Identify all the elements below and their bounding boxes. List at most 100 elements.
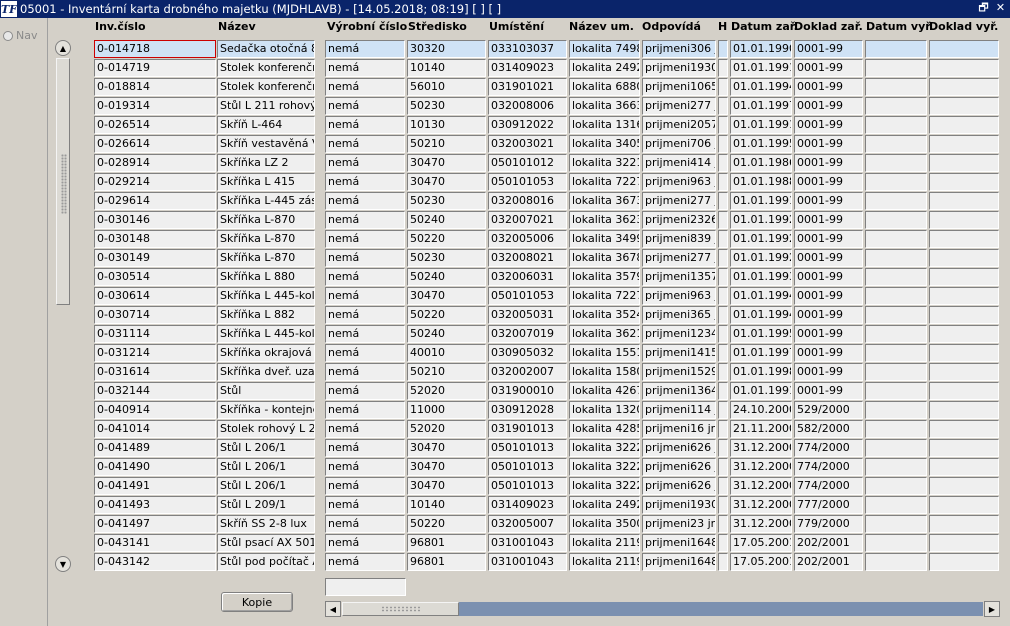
cell-num[interactable]: lokalita 1580 <box>569 363 640 381</box>
table-row[interactable]: 0-043141Stůl psací AX 501.2 nemá968010310… <box>0 534 1010 553</box>
cell-umi[interactable]: 031001043 <box>488 553 567 571</box>
cell-vyr[interactable]: nemá <box>325 477 405 495</box>
cell-nazev[interactable]: Skříňka L 880 <box>217 268 315 286</box>
column-header-h[interactable]: H <box>718 20 727 33</box>
cell-odp[interactable]: prijmeni1529 jmeno <box>642 363 716 381</box>
cell-inv[interactable]: 0-031214 <box>94 344 216 362</box>
cell-dokv[interactable] <box>929 268 999 286</box>
cell-h[interactable] <box>718 553 728 571</box>
cell-dv[interactable] <box>865 59 927 77</box>
cell-inv[interactable]: 0-041490 <box>94 458 216 476</box>
cell-dv[interactable] <box>865 192 927 210</box>
cell-num[interactable]: lokalita 3663 <box>569 97 640 115</box>
cell-dokv[interactable] <box>929 401 999 419</box>
cell-str[interactable]: 50220 <box>407 306 486 324</box>
cell-dokv[interactable] <box>929 458 999 476</box>
cell-num[interactable]: lokalita 3222 <box>569 439 640 457</box>
cell-h[interactable] <box>718 287 728 305</box>
table-row[interactable]: 0-031614Skříňka dveř. uzam. nemá502100320… <box>0 363 1010 382</box>
cell-vyr[interactable]: nemá <box>325 401 405 419</box>
cell-odp[interactable]: prijmeni1357 jmeno <box>642 268 716 286</box>
table-row[interactable]: 0-040914Skříňka - kontejner 4 nemá1100003… <box>0 401 1010 420</box>
cell-str[interactable]: 50210 <box>407 135 486 153</box>
cell-dv[interactable] <box>865 458 927 476</box>
table-row[interactable]: 0-026614Skříň vestavěná VU nemá5021003200… <box>0 135 1010 154</box>
cell-num[interactable]: lokalita 1316 <box>569 116 640 134</box>
cell-umi[interactable]: 032002007 <box>488 363 567 381</box>
cell-dokz[interactable]: 582/2000 <box>794 420 863 438</box>
cell-str[interactable]: 10130 <box>407 116 486 134</box>
cell-num[interactable]: lokalita 3222 <box>569 458 640 476</box>
column-header-inv[interactable]: Inv.číslo <box>95 20 146 33</box>
cell-str[interactable]: 30470 <box>407 287 486 305</box>
cell-nazev[interactable]: Skříňka L 445-kolečka <box>217 325 315 343</box>
cell-vyr[interactable]: nemá <box>325 268 405 286</box>
cell-umi[interactable]: 032005007 <box>488 515 567 533</box>
table-row[interactable]: 0-014719Stolek konferenční kulatý nemá101… <box>0 59 1010 78</box>
cell-num[interactable]: lokalita 3673 <box>569 192 640 210</box>
cell-num[interactable]: lokalita 3678 <box>569 249 640 267</box>
cell-inv[interactable]: 0-041489 <box>94 439 216 457</box>
table-row[interactable]: 0-031214 Skříňka okrajová nemá 40010 0309050… <box>0 344 1010 363</box>
cell-inv[interactable]: 0-043141 <box>94 534 216 552</box>
cell-dz[interactable]: 01.01.1997 <box>730 344 792 362</box>
cell-nazev[interactable]: Stolek konferenční kulatý <box>217 59 315 77</box>
cell-umi[interactable]: 032008016 <box>488 192 567 210</box>
cell-umi[interactable]: 030912022 <box>488 116 567 134</box>
cell-h[interactable] <box>718 154 728 172</box>
column-header-odp[interactable]: Odpovídá <box>642 20 701 33</box>
table-row[interactable]: 0-018814Stolek konferenční A nemá56010031… <box>0 78 1010 97</box>
cell-num[interactable]: lokalita 7498 <box>569 40 640 58</box>
cell-dokz[interactable]: 0001-99 <box>794 249 863 267</box>
table-row[interactable]: 0-041497 Skříň SS 2-8 lux nemá 50220 0320050… <box>0 515 1010 534</box>
cell-umi[interactable]: 031901013 <box>488 420 567 438</box>
cell-dv[interactable] <box>865 154 927 172</box>
cell-dokz[interactable]: 0001-99 <box>794 97 863 115</box>
cell-odp[interactable]: prijmeni1415 jmeno <box>642 344 716 362</box>
cell-dokv[interactable] <box>929 515 999 533</box>
cell-umi[interactable]: 032003021 <box>488 135 567 153</box>
cell-dv[interactable] <box>865 230 927 248</box>
cell-dokz[interactable]: 777/2000 <box>794 496 863 514</box>
cell-nazev[interactable]: Stůl L 206/1 <box>217 439 315 457</box>
cell-dz[interactable]: 01.01.1997 <box>730 97 792 115</box>
cell-dz[interactable]: 21.11.2000 <box>730 420 792 438</box>
cell-h[interactable] <box>718 135 728 153</box>
cell-str[interactable]: 50230 <box>407 249 486 267</box>
cell-nazev[interactable]: Skříňka L-870 <box>217 249 315 267</box>
cell-odp[interactable]: prijmeni1648 jmeno <box>642 534 716 552</box>
cell-dz[interactable]: 01.01.1995 <box>730 325 792 343</box>
cell-inv[interactable]: 0-014719 <box>94 59 216 77</box>
cell-dokz[interactable]: 202/2001 <box>794 553 863 571</box>
cell-dokv[interactable] <box>929 439 999 457</box>
cell-h[interactable] <box>718 382 728 400</box>
cell-dz[interactable]: 01.01.1986 <box>730 154 792 172</box>
cell-odp[interactable]: prijmeni2057 jmeno <box>642 116 716 134</box>
cell-dokv[interactable] <box>929 154 999 172</box>
cell-odp[interactable]: prijmeni277 jmeno <box>642 249 716 267</box>
cell-dz[interactable]: 31.12.2000 <box>730 477 792 495</box>
cell-odp[interactable]: prijmeni839 jmeno <box>642 230 716 248</box>
cell-str[interactable]: 50230 <box>407 97 486 115</box>
column-header-str[interactable]: Středisko <box>408 20 467 33</box>
cell-dz[interactable]: 01.01.1994 <box>730 306 792 324</box>
cell-dokv[interactable] <box>929 344 999 362</box>
cell-h[interactable] <box>718 401 728 419</box>
cell-odp[interactable]: prijmeni626 jmeno <box>642 477 716 495</box>
cell-umi[interactable]: 032006031 <box>488 268 567 286</box>
cell-dv[interactable] <box>865 249 927 267</box>
cell-umi[interactable]: 032008006 <box>488 97 567 115</box>
cell-dokz[interactable]: 0001-99 <box>794 230 863 248</box>
cell-umi[interactable]: 031409023 <box>488 59 567 77</box>
cell-inv[interactable]: 0-014718 <box>94 40 216 58</box>
cell-umi[interactable]: 032007021 <box>488 211 567 229</box>
cell-dv[interactable] <box>865 534 927 552</box>
cell-str[interactable]: 50240 <box>407 325 486 343</box>
cell-dokv[interactable] <box>929 382 999 400</box>
cell-dokz[interactable]: 0001-99 <box>794 382 863 400</box>
cell-dv[interactable] <box>865 135 927 153</box>
cell-inv[interactable]: 0-040914 <box>94 401 216 419</box>
cell-str[interactable]: 11000 <box>407 401 486 419</box>
cell-num[interactable]: lokalita 1320 <box>569 401 640 419</box>
cell-nazev[interactable]: Skříň SS 2-8 lux <box>217 515 315 533</box>
